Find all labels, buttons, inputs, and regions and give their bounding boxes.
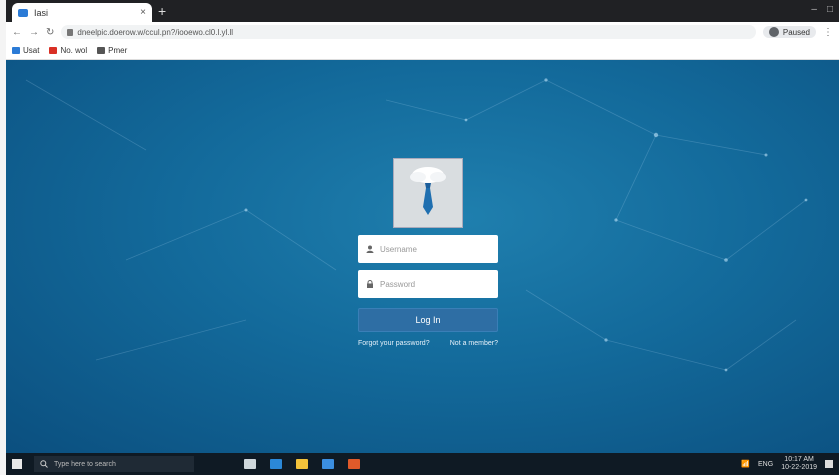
- login-links: Forgot your password? Not a member?: [358, 340, 498, 347]
- taskbar: Type here to search 📶 ENG 10:17 AM 10-22…: [6, 453, 839, 475]
- username-input[interactable]: [380, 244, 480, 254]
- password-input[interactable]: [380, 279, 480, 289]
- mail-icon[interactable]: [322, 459, 334, 469]
- bookmark-icon: [12, 47, 20, 54]
- username-field: [358, 235, 498, 263]
- login-form: Log In Forgot your password? Not a membe…: [358, 158, 498, 347]
- bookmark-label: No. wol: [60, 46, 88, 55]
- task-view-icon[interactable]: [244, 459, 256, 469]
- address-url: dneelpic.doerow.w/ccul.pn?/iooewo.cl0.l.…: [77, 27, 234, 37]
- language-indicator[interactable]: ENG: [758, 461, 773, 468]
- forward-icon[interactable]: →: [29, 27, 39, 38]
- security-lock-icon: [67, 28, 74, 36]
- clock[interactable]: 10:17 AM 10-22-2019: [781, 456, 817, 472]
- browser-tab[interactable]: Iasi ×: [12, 3, 152, 22]
- profile-status: Paused: [782, 27, 810, 37]
- menu-icon[interactable]: ⋮: [823, 27, 833, 38]
- browser-window: Iasi × + ‒ □ ← → ↻ dneelpic.doerow.w/ccu…: [6, 0, 839, 475]
- lock-icon: [366, 280, 374, 288]
- bookmark-icon: [49, 47, 58, 54]
- windows-start-icon[interactable]: [12, 459, 22, 469]
- file-explorer-icon[interactable]: [296, 459, 308, 469]
- notifications-icon[interactable]: [825, 460, 833, 468]
- profile-button[interactable]: Paused: [762, 26, 816, 38]
- system-tray: 📶 ENG 10:17 AM 10-22-2019: [741, 456, 833, 472]
- maximize-button[interactable]: □: [827, 4, 833, 15]
- network-icon[interactable]: 📶: [741, 460, 750, 468]
- address-bar[interactable]: dneelpic.doerow.w/ccul.pn?/iooewo.cl0.l.…: [61, 25, 756, 39]
- register-link[interactable]: Not a member?: [450, 340, 498, 347]
- reload-icon[interactable]: ↻: [46, 27, 54, 38]
- forgot-password-link[interactable]: Forgot your password?: [358, 340, 430, 347]
- user-icon: [366, 245, 374, 253]
- password-field: [358, 270, 498, 298]
- login-button[interactable]: Log In: [358, 308, 498, 332]
- taskbar-search[interactable]: Type here to search: [34, 456, 194, 472]
- favicon-icon: [18, 8, 28, 17]
- company-logo: [393, 158, 463, 228]
- bookmark-item[interactable]: No. wol: [49, 46, 87, 55]
- bookmarks-bar: Usat No. wol Pmer: [6, 42, 839, 60]
- tie-logo-icon: [410, 167, 446, 215]
- bookmark-label: Pmer: [108, 46, 128, 55]
- search-placeholder: Type here to search: [54, 460, 116, 468]
- chrome-icon[interactable]: [348, 459, 360, 469]
- window-controls: ‒ □: [811, 4, 833, 15]
- clock-time: 10:17 AM: [784, 456, 814, 463]
- back-icon[interactable]: ←: [12, 27, 22, 38]
- clock-date: 10-22-2019: [781, 464, 817, 471]
- avatar: [768, 27, 779, 37]
- minimize-button[interactable]: ‒: [811, 4, 817, 15]
- search-icon: [40, 460, 48, 468]
- tab-close-icon[interactable]: ×: [140, 7, 146, 18]
- taskbar-apps: [244, 459, 360, 469]
- tab-strip: Iasi × + ‒ □: [6, 0, 839, 22]
- login-page: Log In Forgot your password? Not a membe…: [6, 60, 839, 453]
- new-tab-button[interactable]: +: [158, 3, 166, 19]
- bookmark-item[interactable]: Pmer: [97, 46, 127, 55]
- bookmark-item[interactable]: Usat: [12, 46, 39, 55]
- bookmark-label: Usat: [23, 46, 40, 55]
- bookmark-icon: [97, 47, 106, 54]
- tab-title: Iasi: [34, 7, 49, 18]
- edge-icon[interactable]: [270, 459, 282, 469]
- browser-toolbar: ← → ↻ dneelpic.doerow.w/ccul.pn?/iooewo.…: [6, 22, 839, 42]
